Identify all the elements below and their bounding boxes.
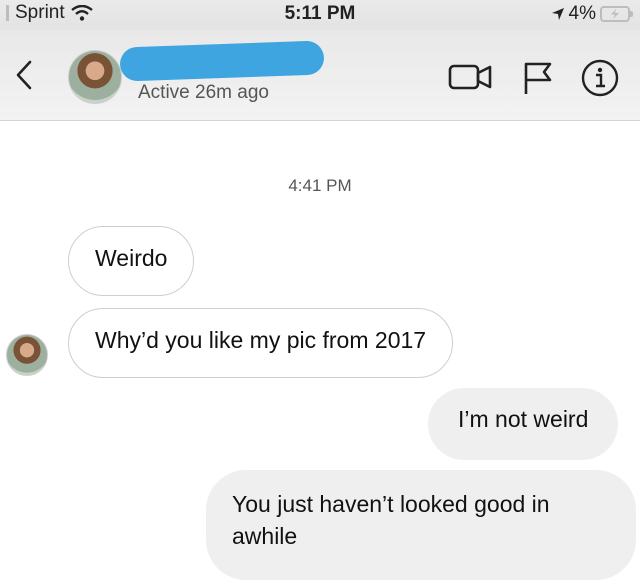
outgoing-message[interactable]: I’m not weird bbox=[428, 388, 619, 460]
message-timestamp: 4:41 PM bbox=[288, 176, 352, 195]
sender-avatar[interactable] bbox=[6, 334, 48, 376]
incoming-message[interactable]: Weirdo bbox=[68, 226, 195, 296]
redacted-username bbox=[119, 40, 325, 82]
status-time: 5:11 PM bbox=[284, 3, 356, 24]
status-right: 4% bbox=[551, 3, 633, 25]
conversation-header: Active 26m ago bbox=[0, 30, 640, 121]
video-call-icon[interactable] bbox=[446, 60, 494, 94]
battery-percent: 4% bbox=[568, 3, 596, 24]
back-button[interactable] bbox=[10, 56, 40, 96]
back-chevron-icon bbox=[16, 60, 32, 90]
active-status: Active 26m ago bbox=[138, 82, 269, 103]
battery-icon bbox=[600, 6, 633, 22]
info-icon[interactable] bbox=[580, 58, 620, 98]
flag-icon[interactable] bbox=[520, 60, 556, 96]
incoming-message[interactable]: Why’d you like my pic from 2017 bbox=[68, 308, 454, 378]
location-arrow-icon bbox=[551, 8, 564, 20]
avatar[interactable] bbox=[68, 50, 122, 104]
status-bar: Sprint 5:11 PM 4% bbox=[0, 0, 640, 30]
